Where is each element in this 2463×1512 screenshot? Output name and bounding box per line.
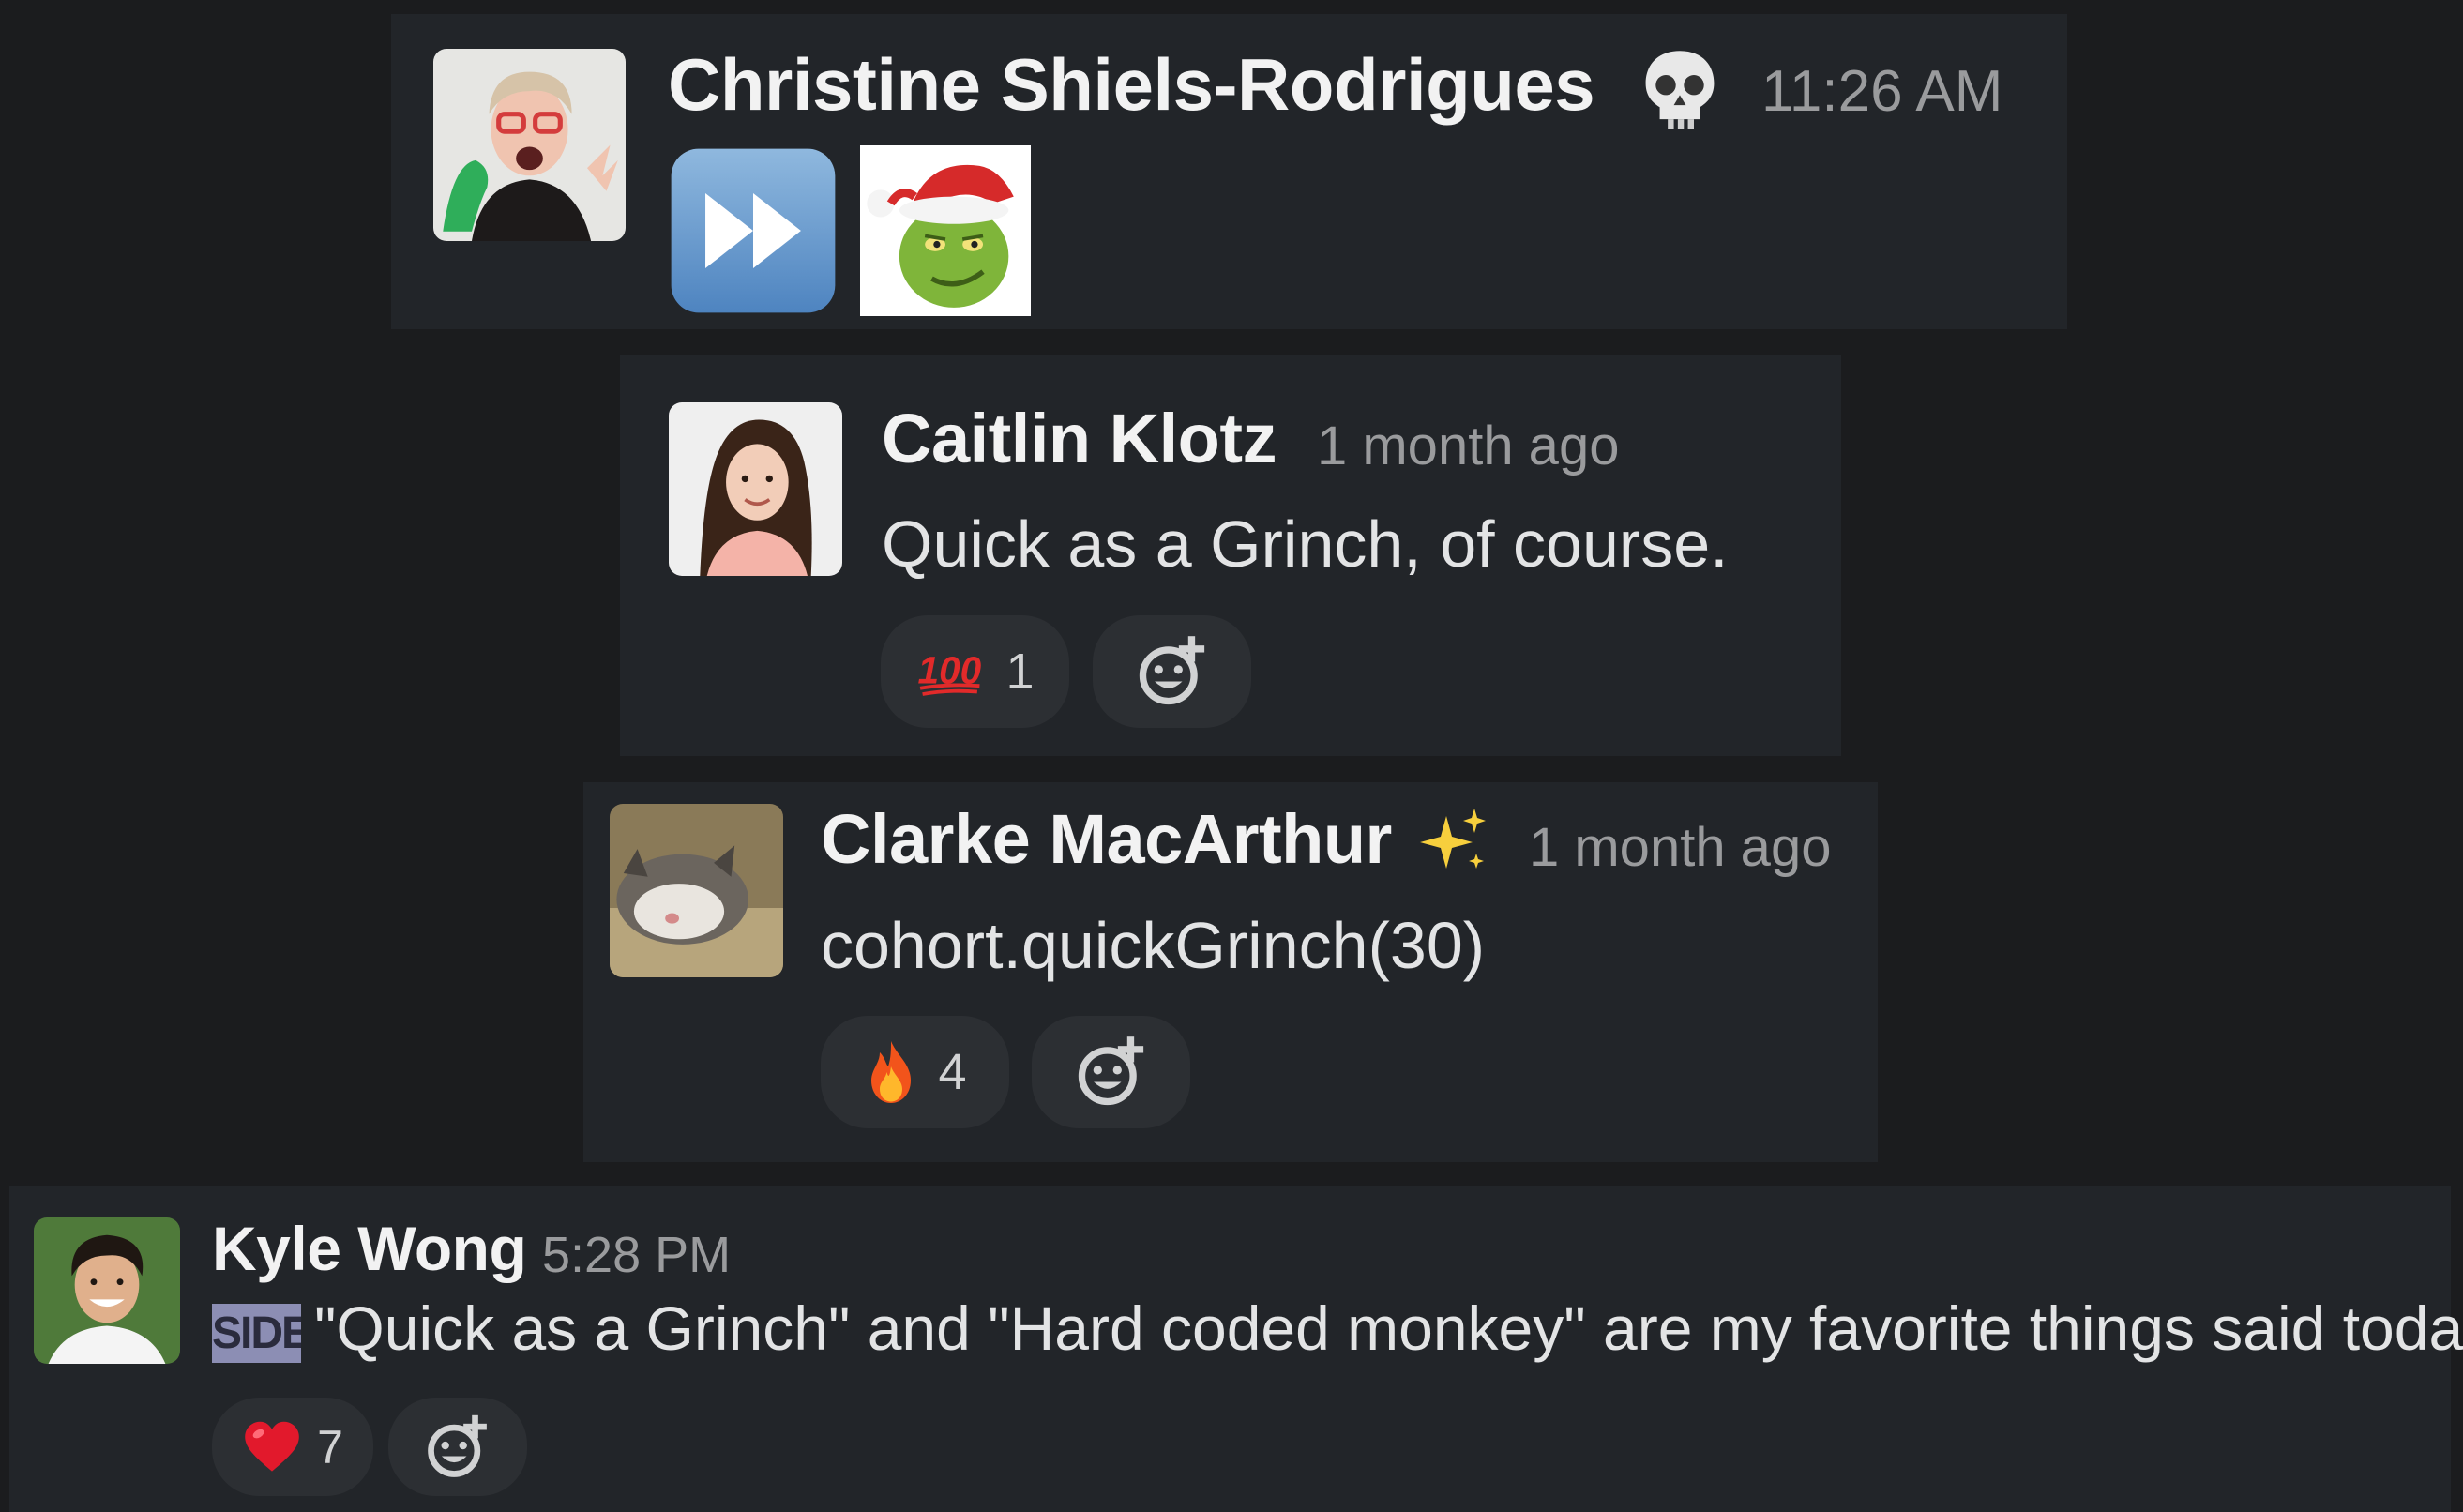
add-reaction-icon bbox=[1139, 636, 1204, 705]
message-line: SIDE"Quick as a Grinch" and "Hard coded … bbox=[212, 1293, 2463, 1364]
grinch-sticker bbox=[860, 145, 1031, 316]
message-text: "Quick as a Grinch" and "Hard coded monk… bbox=[314, 1293, 2463, 1363]
message-timestamp[interactable]: 1 month ago bbox=[1529, 816, 1831, 879]
message-text: cohort.quickGrinch(30) bbox=[821, 909, 1486, 982]
sparkles-icon bbox=[1416, 805, 1491, 880]
reaction-pill[interactable]: 100 1 bbox=[881, 615, 1069, 728]
add-reaction-button[interactable] bbox=[388, 1398, 527, 1496]
skull-icon bbox=[1639, 47, 1720, 131]
message-timestamp[interactable]: 5:28 PM bbox=[542, 1226, 731, 1284]
reaction-count: 1 bbox=[1005, 643, 1035, 700]
add-reaction-button[interactable] bbox=[1093, 615, 1251, 728]
message-timestamp[interactable]: 11:26 AM bbox=[1761, 58, 2002, 125]
reaction-pill[interactable]: 7 bbox=[212, 1398, 373, 1496]
add-reaction-icon bbox=[1078, 1036, 1143, 1106]
message-text: Quick as a Grinch, of course. bbox=[882, 507, 1729, 581]
reaction-count: 4 bbox=[938, 1044, 967, 1100]
author-name[interactable]: Christine Shiels-Rodrigues bbox=[668, 42, 1595, 128]
avatar-clarke[interactable] bbox=[610, 804, 783, 977]
message-timestamp[interactable]: 1 month ago bbox=[1317, 415, 1619, 477]
author-name[interactable]: Kyle Wong bbox=[212, 1213, 527, 1284]
reaction-pill[interactable]: 4 bbox=[821, 1016, 1009, 1128]
avatar-christine[interactable] bbox=[433, 49, 626, 241]
side-emoji: SIDE bbox=[212, 1304, 301, 1364]
hundred-points-icon: 100 bbox=[915, 643, 987, 700]
avatar-caitlin[interactable] bbox=[669, 402, 842, 576]
author-name[interactable]: Clarke MacArthur bbox=[821, 799, 1392, 879]
add-reaction-icon bbox=[428, 1414, 487, 1477]
heart-icon bbox=[242, 1420, 302, 1474]
avatar-kyle[interactable] bbox=[34, 1217, 180, 1364]
fire-icon bbox=[863, 1038, 919, 1106]
author-name[interactable]: Caitlin Klotz bbox=[882, 399, 1277, 478]
add-reaction-button[interactable] bbox=[1032, 1016, 1190, 1128]
reaction-count: 7 bbox=[317, 1420, 343, 1474]
fast-forward-icon bbox=[668, 145, 839, 316]
